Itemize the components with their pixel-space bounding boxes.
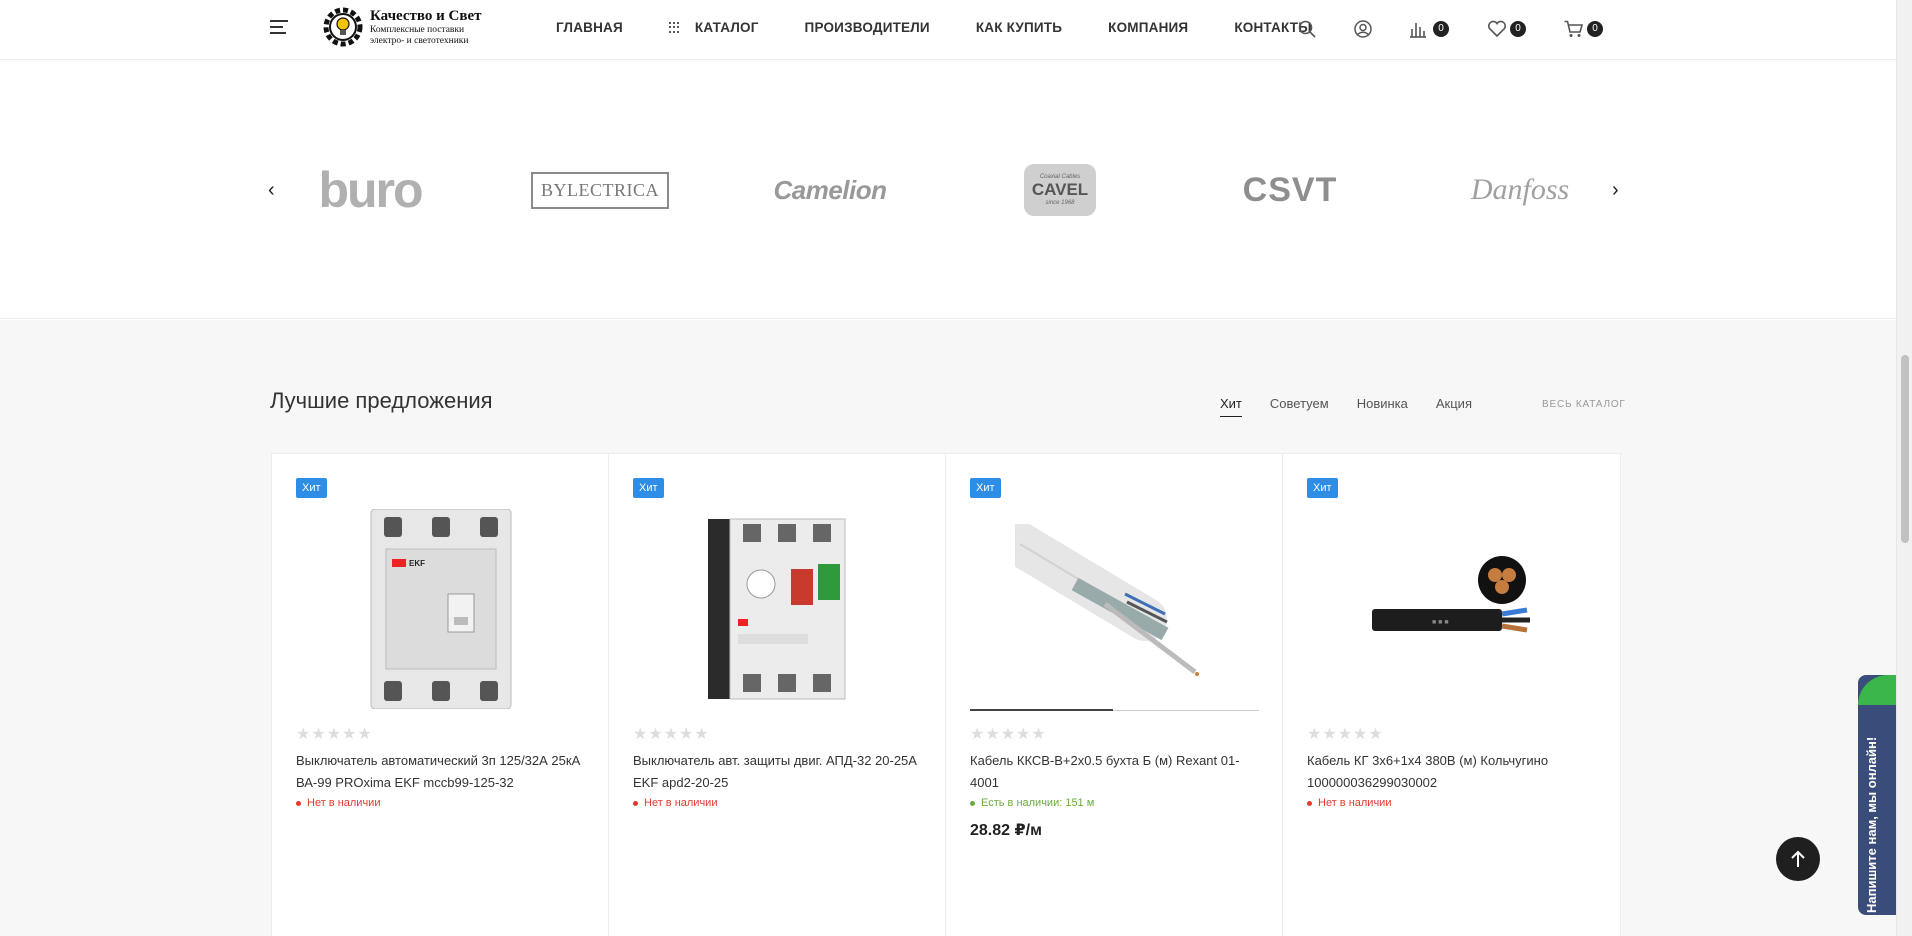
product-card: Хит EKF ★★★★★ Выключатель автоматический… — [272, 454, 609, 936]
scrollbar-thumb[interactable] — [1901, 355, 1909, 543]
product-image[interactable] — [970, 514, 1259, 704]
menu-icon[interactable] — [270, 20, 288, 38]
brand-cavel-bottom: since 1968 — [1045, 200, 1075, 206]
chat-widget[interactable]: Напишите нам, мы онлайн! — [1858, 675, 1896, 915]
nav-catalog[interactable]: КАТАЛОГ — [668, 20, 759, 35]
nav-home[interactable]: ГЛАВНАЯ — [556, 20, 623, 35]
tab-recommend[interactable]: Советуем — [1270, 396, 1329, 417]
product-name[interactable]: Выключатель автоматический 3п 125/32А 25… — [296, 750, 586, 794]
logo[interactable]: Качество и Свет Комплексные поставки эле… — [318, 2, 498, 52]
brands-carousel: ‹ buro BYLECTRICA Camelion Coaxial Cable… — [0, 62, 1896, 319]
svg-text:EKF: EKF — [409, 559, 425, 568]
brand-buro-label: buro — [318, 162, 423, 218]
product-image[interactable]: ■ ■ ■ — [1307, 514, 1596, 704]
tab-sale[interactable]: Акция — [1436, 396, 1472, 417]
main-nav: ГЛАВНАЯ КАТАЛОГ ПРОИЗВОДИТЕЛИ КАК КУПИТЬ… — [556, 20, 1358, 35]
nav-manufacturers[interactable]: ПРОИЗВОДИТЕЛИ — [805, 20, 930, 35]
brand-camelion[interactable]: Camelion — [765, 160, 895, 220]
brand-camelion-label: Camelion — [773, 174, 887, 205]
brand-buro[interactable]: buro — [305, 160, 435, 220]
online-indicator — [1858, 675, 1896, 705]
scroll-to-top-button[interactable] — [1776, 837, 1820, 881]
image-slider-indicator[interactable] — [970, 709, 1259, 711]
rating-stars: ★★★★★ — [633, 726, 710, 743]
compare-count: 0 — [1433, 21, 1449, 37]
logo-title: Качество и Свет — [370, 7, 482, 24]
stock-status-label: Нет в наличии — [644, 797, 718, 809]
hit-badge: Хит — [970, 478, 1001, 498]
stock-status: Есть в наличии: 151 м — [970, 797, 1094, 809]
tab-hit[interactable]: Хит — [1220, 396, 1242, 417]
heart-icon — [1487, 20, 1507, 38]
chat-label: Напишите нам, мы онлайн! — [1864, 736, 1879, 913]
rating-stars: ★★★★★ — [296, 726, 373, 743]
tab-new[interactable]: Новинка — [1357, 396, 1408, 417]
nav-catalog-label: КАТАЛОГ — [694, 20, 759, 35]
stock-status: Нет в наличии — [1307, 797, 1391, 809]
hit-badge: Хит — [1307, 478, 1338, 498]
grid-icon — [668, 21, 681, 34]
nav-how-to-buy[interactable]: КАК КУПИТЬ — [976, 20, 1062, 35]
brand-cavel[interactable]: Coaxial Cables CAVEL since 1968 — [995, 160, 1125, 220]
brand-bylectrica-label: BYLECTRICA — [531, 171, 670, 209]
offer-tabs: Хит Советуем Новинка Акция — [1220, 396, 1500, 417]
cart-count: 0 — [1587, 21, 1603, 37]
brand-bylectrica[interactable]: BYLECTRICA — [531, 160, 670, 220]
brand-csvt[interactable]: CSVT — [1225, 160, 1355, 220]
brands-prev-arrow[interactable]: ‹ — [268, 180, 275, 200]
brand-danfoss-label: Danfoss — [1470, 173, 1570, 206]
compare-button[interactable]: 0 — [1410, 18, 1449, 40]
coax-cable-image — [1014, 524, 1199, 676]
search-icon[interactable] — [1298, 18, 1316, 40]
nav-company[interactable]: КОМПАНИЯ — [1108, 20, 1188, 35]
user-icon[interactable] — [1354, 18, 1372, 40]
product-card: Хит ■ ■ ■ ★★★★★ Кабель КГ 3х6+1х4 380В (… — [1283, 454, 1620, 936]
compare-icon — [1410, 23, 1426, 38]
product-grid: Хит EKF ★★★★★ Выключатель автоматический… — [271, 453, 1621, 936]
product-card: Хит ★★★★★ Кабель ККСВ-В+2х0.5 бухта Б (м… — [946, 454, 1283, 936]
svg-text:■ ■ ■: ■ ■ ■ — [1432, 619, 1449, 626]
cart-icon — [1564, 20, 1584, 37]
product-name[interactable]: Выключатель авт. защиты двиг. АПД-32 20-… — [633, 750, 923, 794]
product-name[interactable]: Кабель КГ 3х6+1х4 380В (м) Кольчугино 10… — [1307, 750, 1597, 794]
rating-stars: ★★★★★ — [1307, 726, 1384, 743]
brand-danfoss[interactable]: Danfoss — [1455, 160, 1585, 220]
arrow-up-icon — [1791, 850, 1805, 867]
stock-status-label: Нет в наличии — [1318, 797, 1392, 809]
gear-bulb-icon — [323, 7, 363, 47]
product-price: 28.82 ₽/м — [970, 822, 1042, 839]
cart-button[interactable]: 0 — [1564, 18, 1603, 40]
circuit-breaker-image: EKF — [370, 509, 511, 709]
stock-status-label: Нет в наличии — [307, 797, 381, 809]
motor-breaker-image — [707, 518, 845, 700]
favorites-count: 0 — [1510, 21, 1526, 37]
product-image[interactable] — [633, 514, 922, 704]
brand-cavel-badge: Coaxial Cables CAVEL since 1968 — [1024, 164, 1096, 216]
product-name[interactable]: Кабель ККСВ-В+2х0.5 бухта Б (м) Rexant 0… — [970, 750, 1260, 794]
stock-status: Нет в наличии — [633, 797, 717, 809]
stock-status-label: Есть в наличии: 151 м — [981, 797, 1095, 809]
favorites-button[interactable]: 0 — [1487, 18, 1526, 40]
all-catalog-link[interactable]: ВЕСЬ КАТАЛОГ — [1542, 399, 1626, 410]
brand-cavel-label: CAVEL — [1031, 180, 1089, 199]
brands-next-arrow[interactable]: › — [1612, 180, 1619, 200]
brand-csvt-label: CSVT — [1242, 170, 1338, 209]
product-card: Хит ★★★★★ Выключатель авт. защиты двиг. … — [609, 454, 946, 936]
hit-badge: Хит — [633, 478, 664, 498]
stock-status: Нет в наличии — [296, 797, 380, 809]
section-title: Лучшие предложения — [270, 388, 493, 413]
product-image[interactable]: EKF — [296, 509, 585, 709]
header: Качество и Свет Комплексные поставки эле… — [0, 0, 1896, 60]
rating-stars: ★★★★★ — [970, 726, 1047, 743]
page-scrollbar[interactable] — [1896, 0, 1912, 936]
logo-subtitle: Комплексные поставки электро- и светотех… — [370, 24, 469, 46]
best-offers-section: Лучшие предложения Хит Советуем Новинка … — [0, 320, 1896, 936]
header-icons: 0 0 0 — [1298, 18, 1603, 40]
power-cable-image: ■ ■ ■ — [1371, 556, 1530, 633]
hit-badge: Хит — [296, 478, 327, 498]
